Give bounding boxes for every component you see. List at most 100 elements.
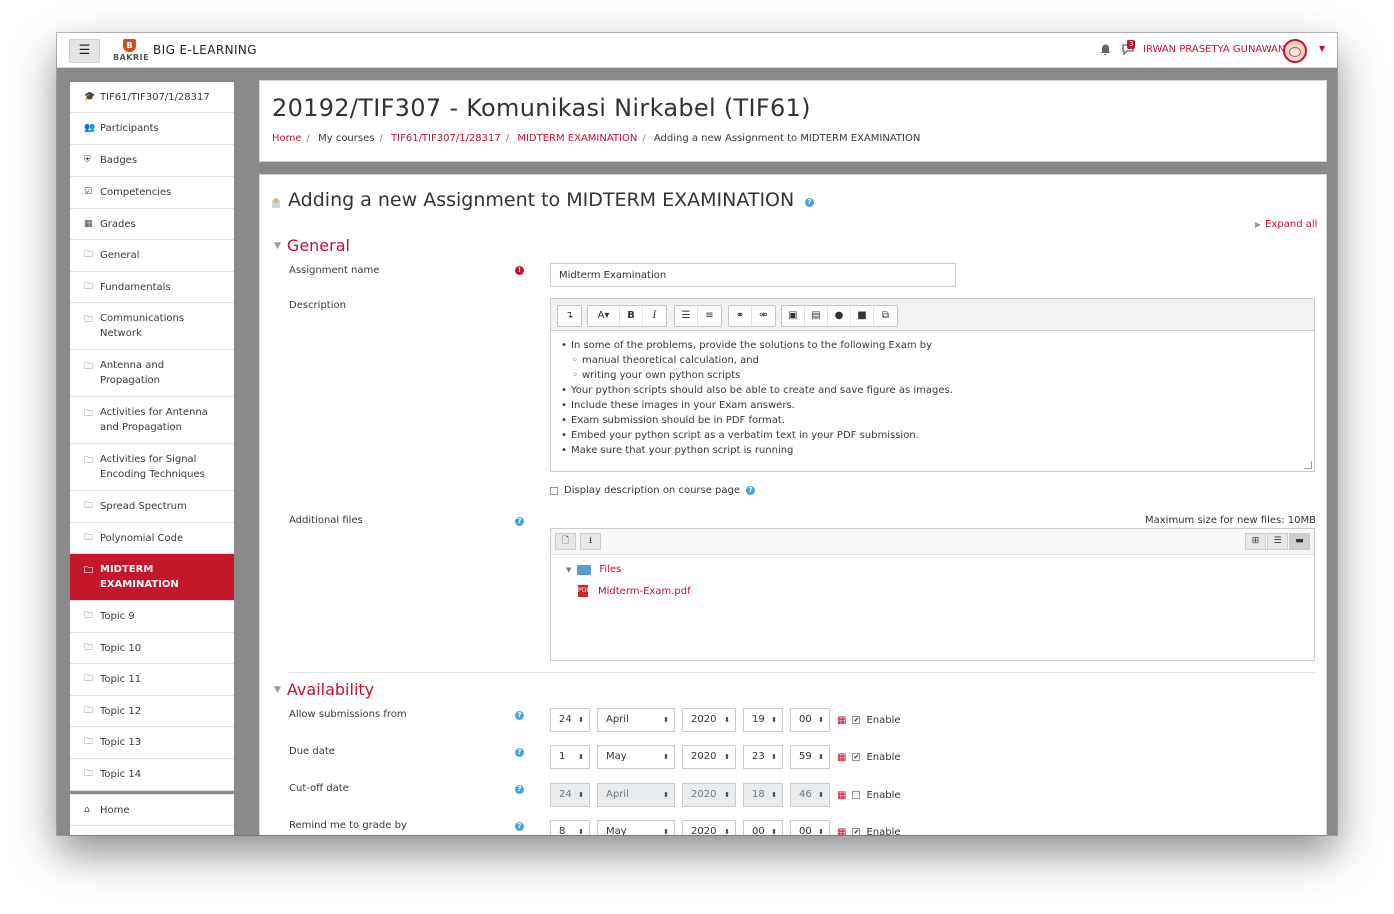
sidebar-item-antenna-propagation[interactable]: 🗀 Antenna and Propagation: [70, 350, 234, 397]
month-select[interactable]: May ⬍: [597, 820, 675, 835]
list-view-icon[interactable]: ☰: [1267, 533, 1288, 550]
day-select[interactable]: 24 ⬍: [550, 783, 590, 807]
sidebar-item-grades[interactable]: ▦ Grades: [70, 209, 234, 240]
help-icon[interactable]: ?: [515, 711, 524, 720]
show-more-buttons-icon[interactable]: ↴: [558, 306, 581, 326]
sidebar-item-next[interactable]: [70, 826, 234, 835]
calendar-icon[interactable]: ▦: [837, 752, 846, 763]
day-select[interactable]: 24 ⬍: [550, 708, 590, 732]
calendar-icon[interactable]: ▦: [837, 790, 846, 801]
month-select[interactable]: April ⬍: [597, 708, 675, 732]
checkbox[interactable]: [550, 486, 558, 495]
hour-select[interactable]: 23 ⬍: [743, 745, 783, 769]
hour-select[interactable]: 18 ⬍: [743, 783, 783, 807]
chevron-down-icon[interactable]: ▼: [1319, 44, 1325, 53]
day-select[interactable]: 8 ⬍: [550, 820, 590, 835]
description-editor[interactable]: ↴ A▾ B I ☰ ≡ ⚭ ⚮ ▣ ▤ ● ■ ⧉ • In some of …: [550, 298, 1315, 472]
resize-handle[interactable]: [1304, 461, 1312, 469]
help-icon[interactable]: ?: [515, 822, 524, 831]
help-icon[interactable]: ?: [515, 785, 524, 794]
year-select[interactable]: 2020 ⬍: [682, 820, 736, 835]
video-camera-icon[interactable]: ■: [851, 306, 874, 326]
month-select[interactable]: April ⬍: [597, 783, 675, 807]
display-description-checkbox[interactable]: Display description on course page ?: [550, 485, 756, 496]
minute-select[interactable]: 59 ⬍: [790, 745, 830, 769]
calendar-icon[interactable]: ▦: [837, 715, 846, 726]
sidebar-item-polynomial-code[interactable]: 🗀 Polynomial Code: [70, 523, 234, 554]
university-logo[interactable]: B BAKRIE: [113, 39, 149, 65]
year-select[interactable]: 2020 ⬍: [682, 708, 736, 732]
hour-select[interactable]: 19 ⬍: [743, 708, 783, 732]
assignment-name-input[interactable]: [550, 263, 956, 287]
sidebar-item-home[interactable]: ⌂ Home: [70, 794, 234, 826]
ordered-list-icon[interactable]: ≡: [698, 306, 721, 326]
minute-select[interactable]: 00 ⬍: [790, 820, 830, 835]
enable-checkbox[interactable]: Enable: [852, 790, 901, 801]
sidebar-item-topic-13[interactable]: 🗀 Topic 13: [70, 727, 234, 759]
add-file-icon[interactable]: 🗋: [555, 533, 576, 550]
bell-icon[interactable]: [1100, 44, 1112, 57]
year-select[interactable]: 2020 ⬍: [682, 745, 736, 769]
sidebar-item-spread-spectrum[interactable]: 🗀 Spread Spectrum: [70, 491, 234, 523]
avatar[interactable]: [1283, 39, 1307, 63]
editor-content[interactable]: In some of the problems, provide the sol…: [551, 332, 1314, 470]
sidebar-item-midterm[interactable]: 🗀 MIDTERM EXAMINATION: [70, 554, 234, 601]
sidebar-item-topic-12[interactable]: 🗀 Topic 12: [70, 696, 234, 727]
breadcrumb-my-courses[interactable]: My courses: [318, 133, 374, 144]
tree-view-icon[interactable]: ▬: [1289, 533, 1310, 550]
image-icon[interactable]: ▣: [782, 306, 805, 326]
sidebar-item-course[interactable]: 🎓 TIF61/TIF307/1/28317: [70, 82, 234, 113]
hamburger-menu-button[interactable]: ☰: [69, 39, 100, 63]
bold-icon[interactable]: B: [620, 306, 643, 326]
link-icon[interactable]: ⚭: [729, 306, 752, 326]
help-icon[interactable]: ?: [746, 486, 756, 495]
sidebar-item-badges[interactable]: ⛨ Badges: [70, 145, 234, 177]
microphone-icon[interactable]: ●: [828, 306, 851, 326]
manage-files-icon[interactable]: ⧉: [874, 306, 897, 326]
unordered-list-icon[interactable]: ☰: [675, 306, 698, 326]
sidebar-item-competencies[interactable]: ☑ Competencies: [70, 177, 234, 209]
sidebar-item-communications-network[interactable]: 🗀 Communications Network: [70, 303, 234, 350]
help-icon[interactable]: ?: [515, 517, 524, 526]
sidebar-item-topic-14[interactable]: 🗀 Topic 14: [70, 759, 234, 791]
checkbox[interactable]: ✔: [852, 828, 861, 835]
icon-view-icon[interactable]: ⊞: [1245, 533, 1266, 550]
unlink-icon[interactable]: ⚮: [752, 306, 775, 326]
sidebar-item-topic-9[interactable]: 🗀 Topic 9: [70, 601, 234, 633]
help-icon[interactable]: ?: [805, 198, 814, 207]
sidebar-item-fundamentals[interactable]: 🗀 Fundamentals: [70, 272, 234, 303]
checkbox[interactable]: [852, 791, 861, 799]
sidebar-item-general[interactable]: 🗀 General: [70, 240, 234, 272]
file-entry[interactable]: PDF Midterm-Exam.pdf: [578, 585, 691, 597]
enable-checkbox[interactable]: ✔ Enable: [852, 715, 901, 726]
download-icon[interactable]: ⭳: [580, 533, 601, 550]
media-file-icon[interactable]: ▤: [805, 306, 828, 326]
files-folder[interactable]: ▼ Files: [566, 564, 621, 575]
site-name[interactable]: BIG E-LEARNING: [153, 43, 257, 57]
breadcrumb-course[interactable]: TIF61/TIF307/1/28317: [391, 133, 501, 144]
enable-checkbox[interactable]: ✔ Enable: [852, 827, 901, 835]
minute-select[interactable]: 46 ⬍: [790, 783, 830, 807]
help-icon[interactable]: ?: [515, 748, 524, 757]
calendar-icon[interactable]: ▦: [837, 827, 846, 836]
sidebar-item-activities-antenna[interactable]: 🗀 Activities for Antenna and Propagation: [70, 397, 234, 444]
sidebar-item-participants[interactable]: 👥 Participants: [70, 113, 234, 145]
section-general-toggle[interactable]: ▼ General: [274, 236, 350, 255]
user-name[interactable]: IRWAN PRASETYA GUNAWAN: [1143, 44, 1285, 55]
checkbox[interactable]: ✔: [852, 753, 861, 761]
year-select[interactable]: 2020 ⬍: [682, 783, 736, 807]
italic-icon[interactable]: I: [643, 306, 666, 326]
minute-select[interactable]: 00 ⬍: [790, 708, 830, 732]
day-select[interactable]: 1 ⬍: [550, 745, 590, 769]
enable-checkbox[interactable]: ✔ Enable: [852, 752, 901, 763]
section-availability-toggle[interactable]: ▼ Availability: [274, 680, 374, 699]
paragraph-style-icon[interactable]: A▾: [588, 306, 620, 326]
month-select[interactable]: May ⬍: [597, 745, 675, 769]
breadcrumb-home[interactable]: Home: [272, 133, 302, 144]
sidebar-item-topic-10[interactable]: 🗀 Topic 10: [70, 633, 234, 664]
hour-select[interactable]: 00 ⬍: [743, 820, 783, 835]
checkbox[interactable]: ✔: [852, 716, 861, 724]
sidebar-item-activities-signal[interactable]: 🗀 Activities for Signal Encoding Techniqu…: [70, 444, 234, 491]
sidebar-item-topic-11[interactable]: 🗀 Topic 11: [70, 664, 234, 696]
expand-all-link[interactable]: ▶ Expand all: [1255, 219, 1317, 230]
